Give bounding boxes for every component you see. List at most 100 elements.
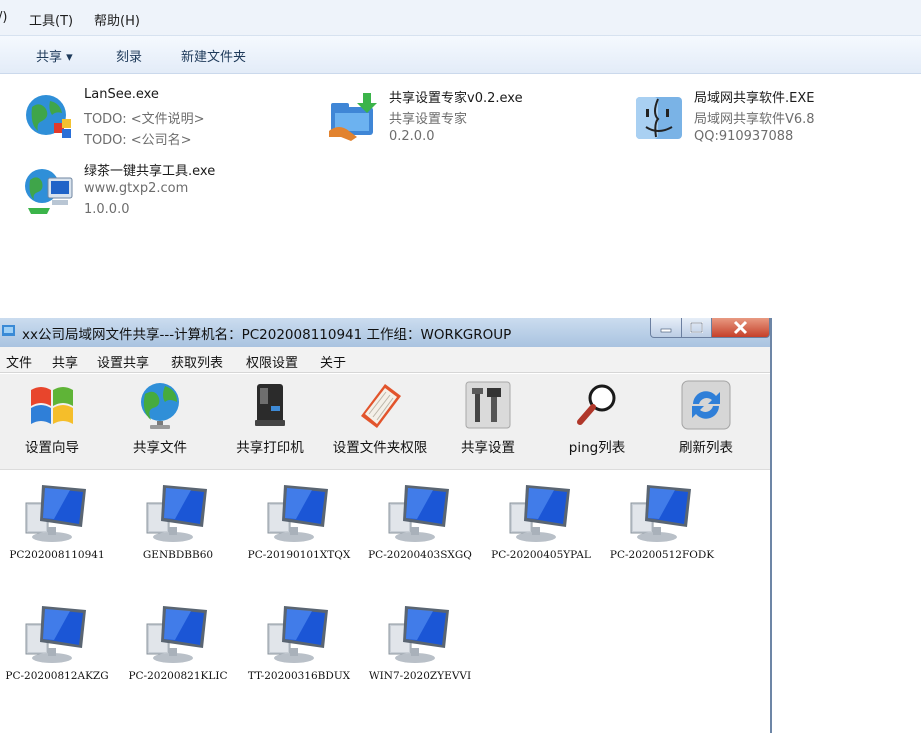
computer-name: PC-20190101XTQX <box>247 549 351 561</box>
close-icon <box>733 320 748 335</box>
computer-name: PC-20200812AKZG <box>5 670 109 682</box>
computer-item[interactable]: TT-20200316BDUX <box>242 596 362 696</box>
close-button[interactable] <box>711 318 770 338</box>
computer-item[interactable]: PC-20200512FODK <box>605 475 725 575</box>
computer-name: PC202008110941 <box>9 549 105 561</box>
computer-item[interactable]: WIN7-2020ZYEVVI <box>363 596 483 696</box>
explorer-menubar: /) 工具(T) 帮助(H) <box>0 0 921 36</box>
computer-name: PC-20200405YPAL <box>491 549 591 561</box>
burn-button[interactable]: 刻录 <box>116 46 142 65</box>
menu-share[interactable]: 共享 <box>52 352 78 371</box>
menu-help[interactable]: 帮助(H) <box>94 10 140 29</box>
app-menubar: 文件 共享 设置共享 获取列表 权限设置 关于 <box>0 347 770 373</box>
menu-view[interactable]: /) <box>0 10 7 25</box>
computer-icon <box>267 606 328 663</box>
computer-item[interactable]: PC-20200405YPAL <box>484 475 604 575</box>
computer-icon <box>25 606 86 663</box>
file-company: 1.0.0.0 <box>84 202 130 217</box>
file-company: QQ:910937088 <box>694 129 794 144</box>
refresh-icon <box>681 380 731 430</box>
title-bar[interactable]: xx公司局域网文件共享---计算机名：PC202008110941 工作组：WO… <box>0 318 770 347</box>
share-folder-icon <box>329 93 377 141</box>
printer-icon <box>255 384 285 426</box>
setup-wizard-button[interactable]: 设置向导 <box>0 374 107 470</box>
computer-icon <box>146 485 207 542</box>
explorer-toolbar: 共享 ▾ 刻录 新建文件夹 <box>0 36 921 74</box>
tool-label: 共享文件 <box>133 440 187 456</box>
file-list: LanSee.exe TODO: <文件说明> TODO: <公司名> 共享设置… <box>0 75 921 318</box>
app-toolbar: 设置向导 共享文件 共享打印机 设置文件夹权限 共享设置 ping列表 刷新列表 <box>0 374 770 470</box>
share-button[interactable]: 共享 ▾ <box>36 46 73 65</box>
share-printer-button[interactable]: 共享打印机 <box>215 374 325 470</box>
tool-label: 设置向导 <box>25 440 79 456</box>
computer-name: PC-20200403SXGQ <box>368 549 472 561</box>
maximize-icon <box>690 322 703 333</box>
file-description: 局域网共享软件V6.8 <box>694 112 815 127</box>
tools-icon <box>465 381 511 429</box>
file-description: 共享设置专家 <box>389 112 468 127</box>
menu-permissions[interactable]: 权限设置 <box>246 352 298 371</box>
menu-set-share[interactable]: 设置共享 <box>97 352 149 371</box>
file-company: 0.2.0.0 <box>389 129 435 144</box>
menu-get-list[interactable]: 获取列表 <box>171 352 223 371</box>
computer-name: TT-20200316BDUX <box>247 670 351 682</box>
file-description: TODO: <文件说明> <box>84 112 205 127</box>
window-title: xx公司局域网文件共享---计算机名：PC202008110941 工作组：WO… <box>22 327 512 343</box>
ping-list-button[interactable]: ping列表 <box>542 374 652 470</box>
file-name: 绿茶一键共享工具.exe <box>84 164 216 179</box>
app-icon <box>2 325 15 336</box>
file-name: 共享设置专家v0.2.exe <box>389 91 523 106</box>
computer-icon <box>509 485 570 542</box>
file-item[interactable]: LanSee.exe TODO: <文件说明> TODO: <公司名> <box>22 87 312 153</box>
share-settings-button[interactable]: 共享设置 <box>433 374 543 470</box>
computer-name: WIN7-2020ZYEVVI <box>368 670 472 682</box>
computer-item[interactable]: PC-20200812AKZG <box>0 596 120 696</box>
tool-label: 刷新列表 <box>679 440 733 456</box>
finder-face-icon <box>636 97 682 139</box>
minimize-button[interactable] <box>650 318 682 338</box>
file-description: www.gtxp2.com <box>84 181 189 196</box>
file-item[interactable]: 绿茶一键共享工具.exe www.gtxp2.com 1.0.0.0 <box>22 160 312 226</box>
windows-logo-icon <box>31 387 73 424</box>
computer-item[interactable]: PC202008110941 <box>0 475 120 575</box>
file-name: LanSee.exe <box>84 87 159 102</box>
tool-label: ping列表 <box>568 440 626 456</box>
magnifier-icon <box>577 384 616 425</box>
globe-icon <box>141 383 179 429</box>
computer-item[interactable]: PC-20200403SXGQ <box>363 475 483 575</box>
tool-label: 设置文件夹权限 <box>332 440 428 456</box>
computer-icon <box>630 485 691 542</box>
file-company: TODO: <公司名> <box>84 133 192 148</box>
share-files-button[interactable]: 共享文件 <box>105 374 215 470</box>
menu-about[interactable]: 关于 <box>320 352 346 371</box>
computer-icon <box>25 485 86 542</box>
refresh-list-button[interactable]: 刷新列表 <box>651 374 761 470</box>
computer-item[interactable]: GENBDBB60 <box>121 475 241 575</box>
new-folder-button[interactable]: 新建文件夹 <box>181 46 246 65</box>
menu-tools[interactable]: 工具(T) <box>29 10 73 29</box>
notebook-icon <box>361 384 401 428</box>
globe-app-icon <box>26 95 71 138</box>
tool-label: 共享打印机 <box>236 440 304 456</box>
computer-item[interactable]: PC-20200821KLIC <box>121 596 241 696</box>
share-tool-window: xx公司局域网文件共享---计算机名：PC202008110941 工作组：WO… <box>0 318 772 733</box>
computer-list: PC202008110941 GENBDBB60 PC-20190101XTQX PC… <box>0 471 770 733</box>
desktop: /) 工具(T) 帮助(H) 共享 ▾ 刻录 新建文件夹 LanSee.exe <box>0 0 921 733</box>
folder-permissions-button[interactable]: 设置文件夹权限 <box>325 374 435 470</box>
tool-label: 共享设置 <box>461 440 515 456</box>
computer-icon <box>388 606 449 663</box>
maximize-button[interactable] <box>681 318 712 338</box>
file-item[interactable]: 局域网共享软件.EXE 局域网共享软件V6.8 QQ:910937088 <box>632 87 921 153</box>
computer-item[interactable]: PC-20190101XTQX <box>242 475 362 575</box>
computer-icon <box>388 485 449 542</box>
explorer-window: /) 工具(T) 帮助(H) 共享 ▾ 刻录 新建文件夹 LanSee.exe <box>0 0 921 318</box>
computer-name: PC-20200821KLIC <box>128 670 228 682</box>
file-name: 局域网共享软件.EXE <box>694 91 815 106</box>
computer-name: GENBDBB60 <box>142 549 214 561</box>
minimize-icon <box>660 328 672 333</box>
computer-name: PC-20200512FODK <box>609 549 715 561</box>
computer-icon <box>267 485 328 542</box>
menu-file[interactable]: 文件 <box>6 352 32 371</box>
computer-icon <box>146 606 207 663</box>
file-item[interactable]: 共享设置专家v0.2.exe 共享设置专家 0.2.0.0 <box>327 87 617 153</box>
